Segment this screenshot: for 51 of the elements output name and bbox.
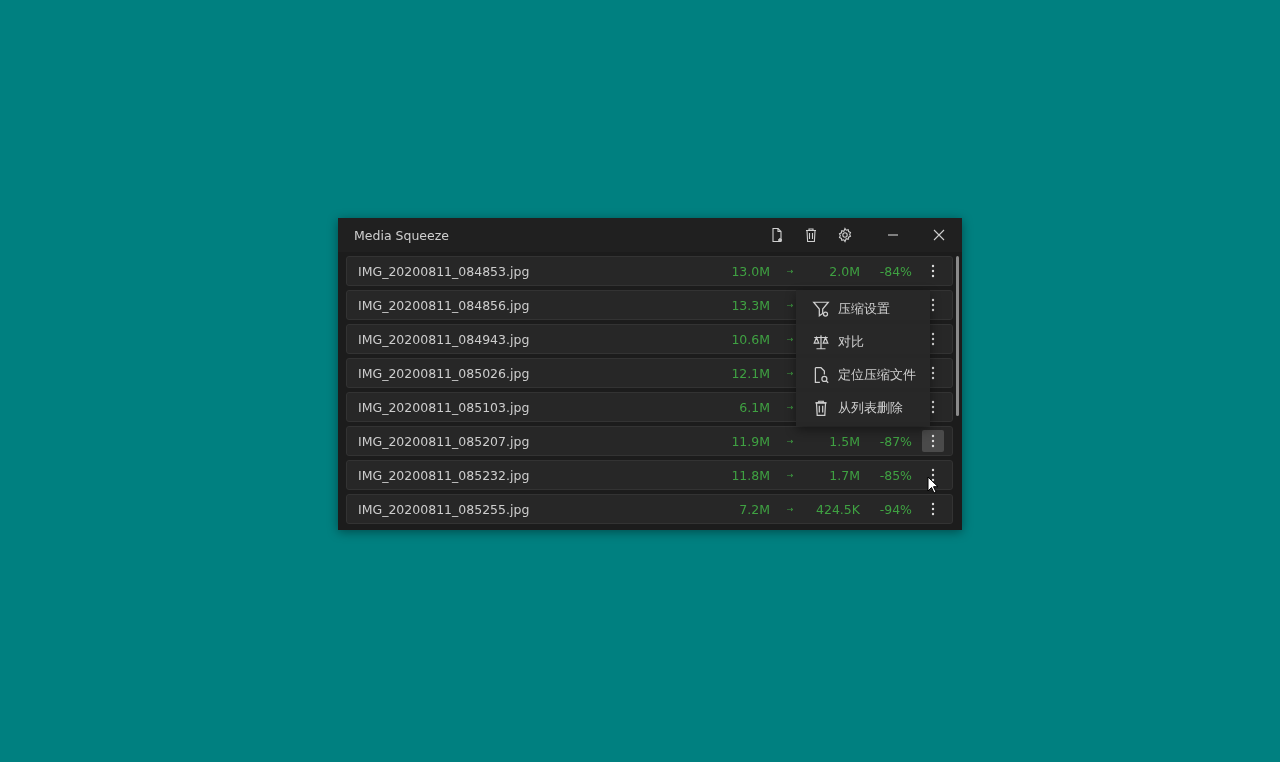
arrow-text: → xyxy=(785,266,795,276)
file-row[interactable]: IMG_20200811_085207.jpg 11.9M → 1.5M -87% xyxy=(346,426,953,456)
arrow-text: → xyxy=(785,470,795,480)
file-row[interactable]: IMG_20200811_085255.jpg 7.2M → 424.5K -94% xyxy=(346,494,953,524)
arrow-text: → xyxy=(785,300,795,310)
window-title: Media Squeeze xyxy=(354,227,450,243)
menu-item[interactable]: 从列表删除 xyxy=(796,391,930,424)
file-row[interactable]: IMG_20200811_085232.jpg 11.8M → 1.7M -85% xyxy=(346,460,953,490)
file-name: IMG_20200811_084856.jpg xyxy=(358,297,531,313)
compressed-size: 424.5K xyxy=(815,501,860,517)
file-name: IMG_20200811_085232.jpg xyxy=(358,467,531,483)
file-name: IMG_20200811_085103.jpg xyxy=(358,399,531,415)
original-size: 12.1M xyxy=(730,365,770,381)
original-size: 10.6M xyxy=(730,331,770,347)
arrow-text: → xyxy=(785,368,795,378)
reduction-percent: -85% xyxy=(878,467,912,483)
file-name: IMG_20200811_085026.jpg xyxy=(358,365,531,381)
reduction-percent: -87% xyxy=(878,433,912,449)
filter-icon xyxy=(812,299,830,318)
original-size: 6.1M xyxy=(738,399,770,415)
file-search-icon xyxy=(812,365,830,384)
file-name: IMG_20200811_085255.jpg xyxy=(358,501,531,517)
cursor-icon xyxy=(927,476,939,494)
file-name: IMG_20200811_084853.jpg xyxy=(358,263,531,279)
file-name: IMG_20200811_085207.jpg xyxy=(358,433,531,449)
original-size: 13.0M xyxy=(730,263,770,279)
minimize-icon xyxy=(888,234,898,236)
more-button[interactable] xyxy=(922,430,944,452)
reduction-percent: -94% xyxy=(878,501,912,517)
file-row[interactable]: IMG_20200811_084853.jpg 13.0M → 2.0M -84% xyxy=(346,256,953,286)
original-size: 13.3M xyxy=(730,297,770,313)
arrow-text: → xyxy=(785,402,795,412)
file-name: IMG_20200811_084943.jpg xyxy=(358,331,531,347)
compressed-size: 2.0M xyxy=(828,263,860,279)
reduction-percent: -84% xyxy=(878,263,912,279)
close-icon xyxy=(931,227,947,243)
original-size: 11.8M xyxy=(730,467,770,483)
compressed-size: 1.5M xyxy=(828,433,860,449)
trash-icon xyxy=(803,227,819,243)
add-file-icon xyxy=(769,227,785,243)
arrow-text: → xyxy=(785,334,795,344)
arrow-text: → xyxy=(785,436,795,446)
scrollbar[interactable] xyxy=(956,256,959,416)
arrow-text: → xyxy=(785,504,795,514)
scale-icon xyxy=(812,332,830,351)
compressed-size: 1.7M xyxy=(828,467,860,483)
original-size: 7.2M xyxy=(738,501,770,517)
settings-icon xyxy=(837,227,853,243)
original-size: 11.9M xyxy=(730,433,770,449)
menu-item[interactable]: 定位压缩文件 xyxy=(796,358,930,391)
trash-icon xyxy=(812,398,830,417)
